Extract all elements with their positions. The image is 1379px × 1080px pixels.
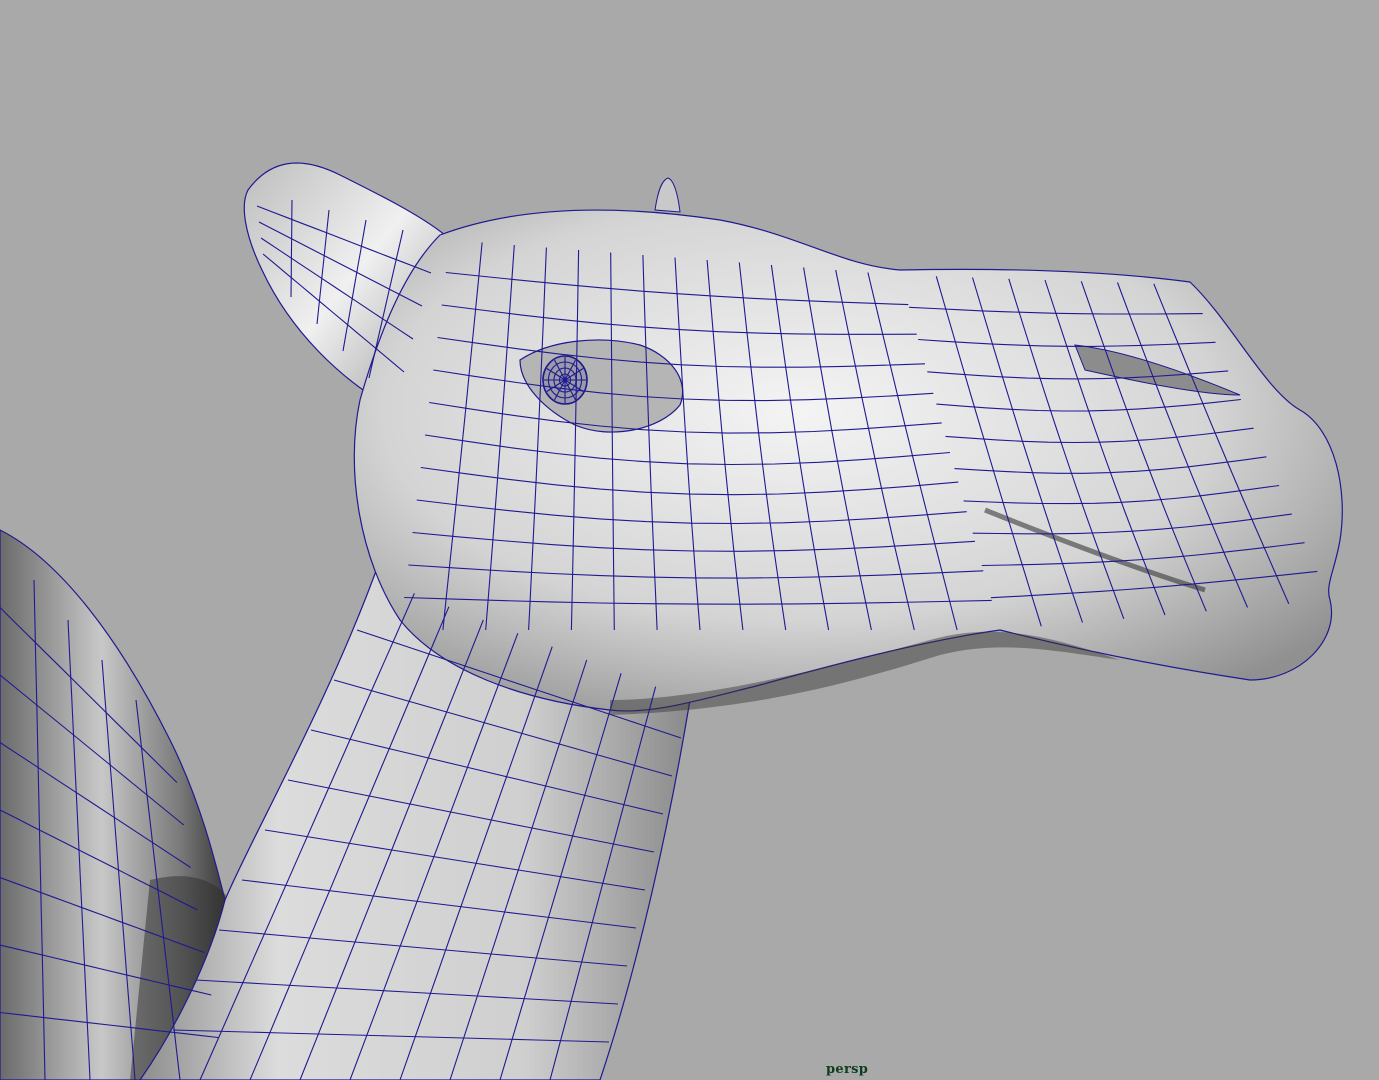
camera-name-label: persp (826, 1062, 869, 1077)
perspective-viewport[interactable]: persp (0, 0, 1379, 1080)
top-nub (654, 177, 681, 213)
camel-head-mesh-icon[interactable] (0, 0, 1379, 1080)
